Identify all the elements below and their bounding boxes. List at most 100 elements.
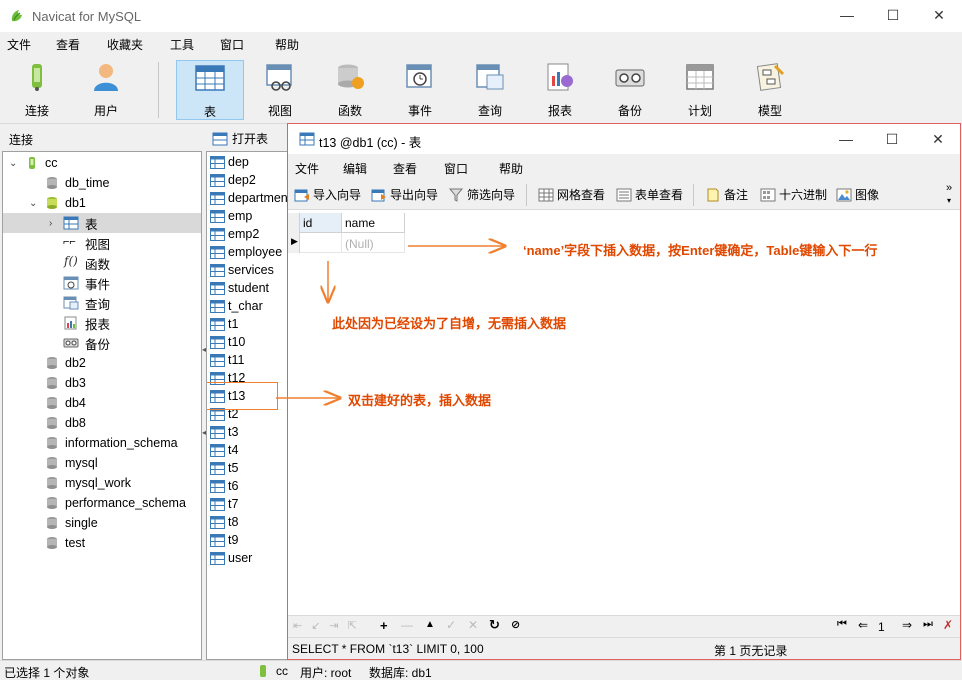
table-item-user[interactable]: user bbox=[207, 549, 289, 567]
toolbar-model-button[interactable]: 模型 bbox=[736, 60, 804, 120]
table-item-t-char[interactable]: t_char bbox=[207, 297, 289, 315]
inner-menu-help[interactable]: 帮助 bbox=[499, 160, 523, 177]
maximize-button[interactable]: ☐ bbox=[870, 0, 916, 30]
minimize-button[interactable]: — bbox=[824, 0, 870, 30]
tree-item-test[interactable]: test bbox=[3, 533, 201, 553]
filter-wizard-button[interactable]: 筛选向导 bbox=[448, 186, 515, 203]
chevron-down-icon[interactable]: ⌄ bbox=[29, 198, 37, 209]
table-item-t6[interactable]: t6 bbox=[207, 477, 289, 495]
menu-favorites[interactable]: 收藏夹 bbox=[107, 36, 143, 53]
menu-view[interactable]: 查看 bbox=[56, 36, 80, 53]
stop-icon[interactable]: ⊘ bbox=[511, 618, 520, 631]
image-button[interactable]: 图像 bbox=[836, 186, 879, 203]
menu-file[interactable]: 文件 bbox=[7, 36, 31, 53]
table-item-dep2[interactable]: dep2 bbox=[207, 171, 289, 189]
table-item-t9[interactable]: t9 bbox=[207, 531, 289, 549]
tree-item-db-time[interactable]: db_time bbox=[3, 173, 201, 193]
last-page-icon[interactable]: ⏭ bbox=[923, 618, 933, 631]
tree-item-information-schema[interactable]: information_schema bbox=[3, 433, 201, 453]
table-item-t10[interactable]: t10 bbox=[207, 333, 289, 351]
toolbar-table-button[interactable]: 表 bbox=[176, 60, 244, 120]
table-item-emp[interactable]: emp bbox=[207, 207, 289, 225]
tree-item-tables[interactable]: › 表 bbox=[3, 213, 201, 233]
data-grid[interactable]: id name ▶ (Null) bbox=[288, 211, 960, 615]
table-list[interactable]: dep dep2 department emp emp2 employee services… bbox=[206, 151, 290, 660]
table-item-dep[interactable]: dep bbox=[207, 153, 289, 171]
tree-item-cc[interactable]: ⌄ cc bbox=[3, 153, 201, 173]
table-window-maximize-button[interactable]: ☐ bbox=[869, 124, 915, 154]
table-item-t5[interactable]: t5 bbox=[207, 459, 289, 477]
toolbar-schedule-button[interactable]: 计划 bbox=[666, 60, 734, 120]
table-item-t4[interactable]: t4 bbox=[207, 441, 289, 459]
toolbar-view-button[interactable]: 视图 bbox=[246, 60, 314, 120]
first-page-icon[interactable]: ⏮ bbox=[837, 618, 847, 631]
table-item-emp2[interactable]: emp2 bbox=[207, 225, 289, 243]
tree-item-mysql-work[interactable]: mysql_work bbox=[3, 473, 201, 493]
table-item-t1[interactable]: t1 bbox=[207, 315, 289, 333]
toolbar-connection-button[interactable]: 连接 bbox=[3, 60, 71, 120]
memo-button[interactable]: 备注 bbox=[705, 186, 748, 203]
tree-item-backups[interactable]: 备份 bbox=[3, 333, 201, 353]
connection-tree[interactable]: ⌄ cc db_time ⌄ db1 › 表 ⌐⌐ 视图 f() 函数 事件 查… bbox=[2, 151, 202, 660]
tree-item-performance-schema[interactable]: performance_schema bbox=[3, 493, 201, 513]
inner-menu-file[interactable]: 文件 bbox=[295, 160, 319, 177]
toolbar-query-button[interactable]: 查询 bbox=[456, 60, 524, 120]
chevron-down-icon[interactable]: ⌄ bbox=[9, 158, 17, 169]
cell-name[interactable]: (Null) bbox=[342, 233, 405, 253]
table-item-t7[interactable]: t7 bbox=[207, 495, 289, 513]
table-item-t8[interactable]: t8 bbox=[207, 513, 289, 531]
tree-item-db8[interactable]: db8 bbox=[3, 413, 201, 433]
close-button[interactable]: ✕ bbox=[916, 0, 962, 30]
tree-item-db4[interactable]: db4 bbox=[3, 393, 201, 413]
toolbar-overflow-icon[interactable]: » bbox=[946, 182, 952, 194]
tree-item-mysql[interactable]: mysql bbox=[3, 453, 201, 473]
move-up-icon[interactable]: ▲ bbox=[425, 619, 435, 630]
tree-item-views[interactable]: ⌐⌐ 视图 bbox=[3, 233, 201, 253]
chevron-down-icon[interactable]: ▾ bbox=[947, 196, 951, 205]
inner-menu-view[interactable]: 查看 bbox=[393, 160, 417, 177]
tree-item-db2[interactable]: db2 bbox=[3, 353, 201, 373]
table-item-t11[interactable]: t11 bbox=[207, 351, 289, 369]
tree-item-reports[interactable]: 报表 bbox=[3, 313, 201, 333]
table-item-student[interactable]: student bbox=[207, 279, 289, 297]
table-window-close-button[interactable]: ✕ bbox=[915, 124, 961, 154]
form-view-button[interactable]: 表单查看 bbox=[616, 186, 683, 203]
tree-item-db3[interactable]: db3 bbox=[3, 373, 201, 393]
previous-page-icon[interactable]: ⇐ bbox=[858, 618, 868, 632]
add-record-icon[interactable]: + bbox=[380, 618, 388, 633]
cell-id[interactable] bbox=[300, 233, 342, 253]
column-header-name[interactable]: name bbox=[342, 213, 405, 233]
toolbar-function-button[interactable]: 函数 bbox=[316, 60, 384, 120]
page-number[interactable]: 1 bbox=[878, 620, 885, 634]
inner-menu-window[interactable]: 窗口 bbox=[444, 160, 468, 177]
model-icon bbox=[756, 63, 785, 91]
next-page-icon[interactable]: ⇒ bbox=[902, 618, 912, 632]
refresh-icon[interactable]: ↻ bbox=[489, 617, 500, 633]
table-item-services[interactable]: services bbox=[207, 261, 289, 279]
inner-menu-edit[interactable]: 编辑 bbox=[343, 160, 367, 177]
toolbar-event-button[interactable]: 事件 bbox=[386, 60, 454, 120]
table-item-employee[interactable]: employee bbox=[207, 243, 289, 261]
toolbar-user-button[interactable]: 用户 bbox=[72, 60, 140, 120]
toolbar-backup-button[interactable]: 备份 bbox=[596, 60, 664, 120]
hex-button[interactable]: 十六进制 bbox=[760, 186, 827, 203]
table-item-t3[interactable]: t3 bbox=[207, 423, 289, 441]
grid-view-button[interactable]: 网格查看 bbox=[538, 186, 605, 203]
table-window-minimize-button[interactable]: — bbox=[823, 124, 869, 154]
table-item-department[interactable]: department bbox=[207, 189, 289, 207]
open-table-button[interactable]: 打开表 bbox=[212, 130, 268, 147]
tree-item-functions[interactable]: f() 函数 bbox=[3, 253, 201, 273]
menu-window[interactable]: 窗口 bbox=[220, 36, 244, 53]
column-header-id[interactable]: id bbox=[300, 213, 342, 233]
tree-item-db1[interactable]: ⌄ db1 bbox=[3, 193, 201, 213]
tree-item-queries[interactable]: 查询 bbox=[3, 293, 201, 313]
tree-item-single[interactable]: single bbox=[3, 513, 201, 533]
menu-help[interactable]: 帮助 bbox=[275, 36, 299, 53]
export-wizard-button[interactable]: 导出向导 bbox=[371, 186, 438, 203]
menu-tools[interactable]: 工具 bbox=[170, 36, 194, 53]
settings-icon[interactable]: ✗ bbox=[943, 618, 953, 632]
chevron-right-icon[interactable]: › bbox=[49, 218, 52, 229]
import-wizard-button[interactable]: 导入向导 bbox=[294, 186, 361, 203]
tree-item-events[interactable]: 事件 bbox=[3, 273, 201, 293]
toolbar-report-button[interactable]: 报表 bbox=[526, 60, 594, 120]
